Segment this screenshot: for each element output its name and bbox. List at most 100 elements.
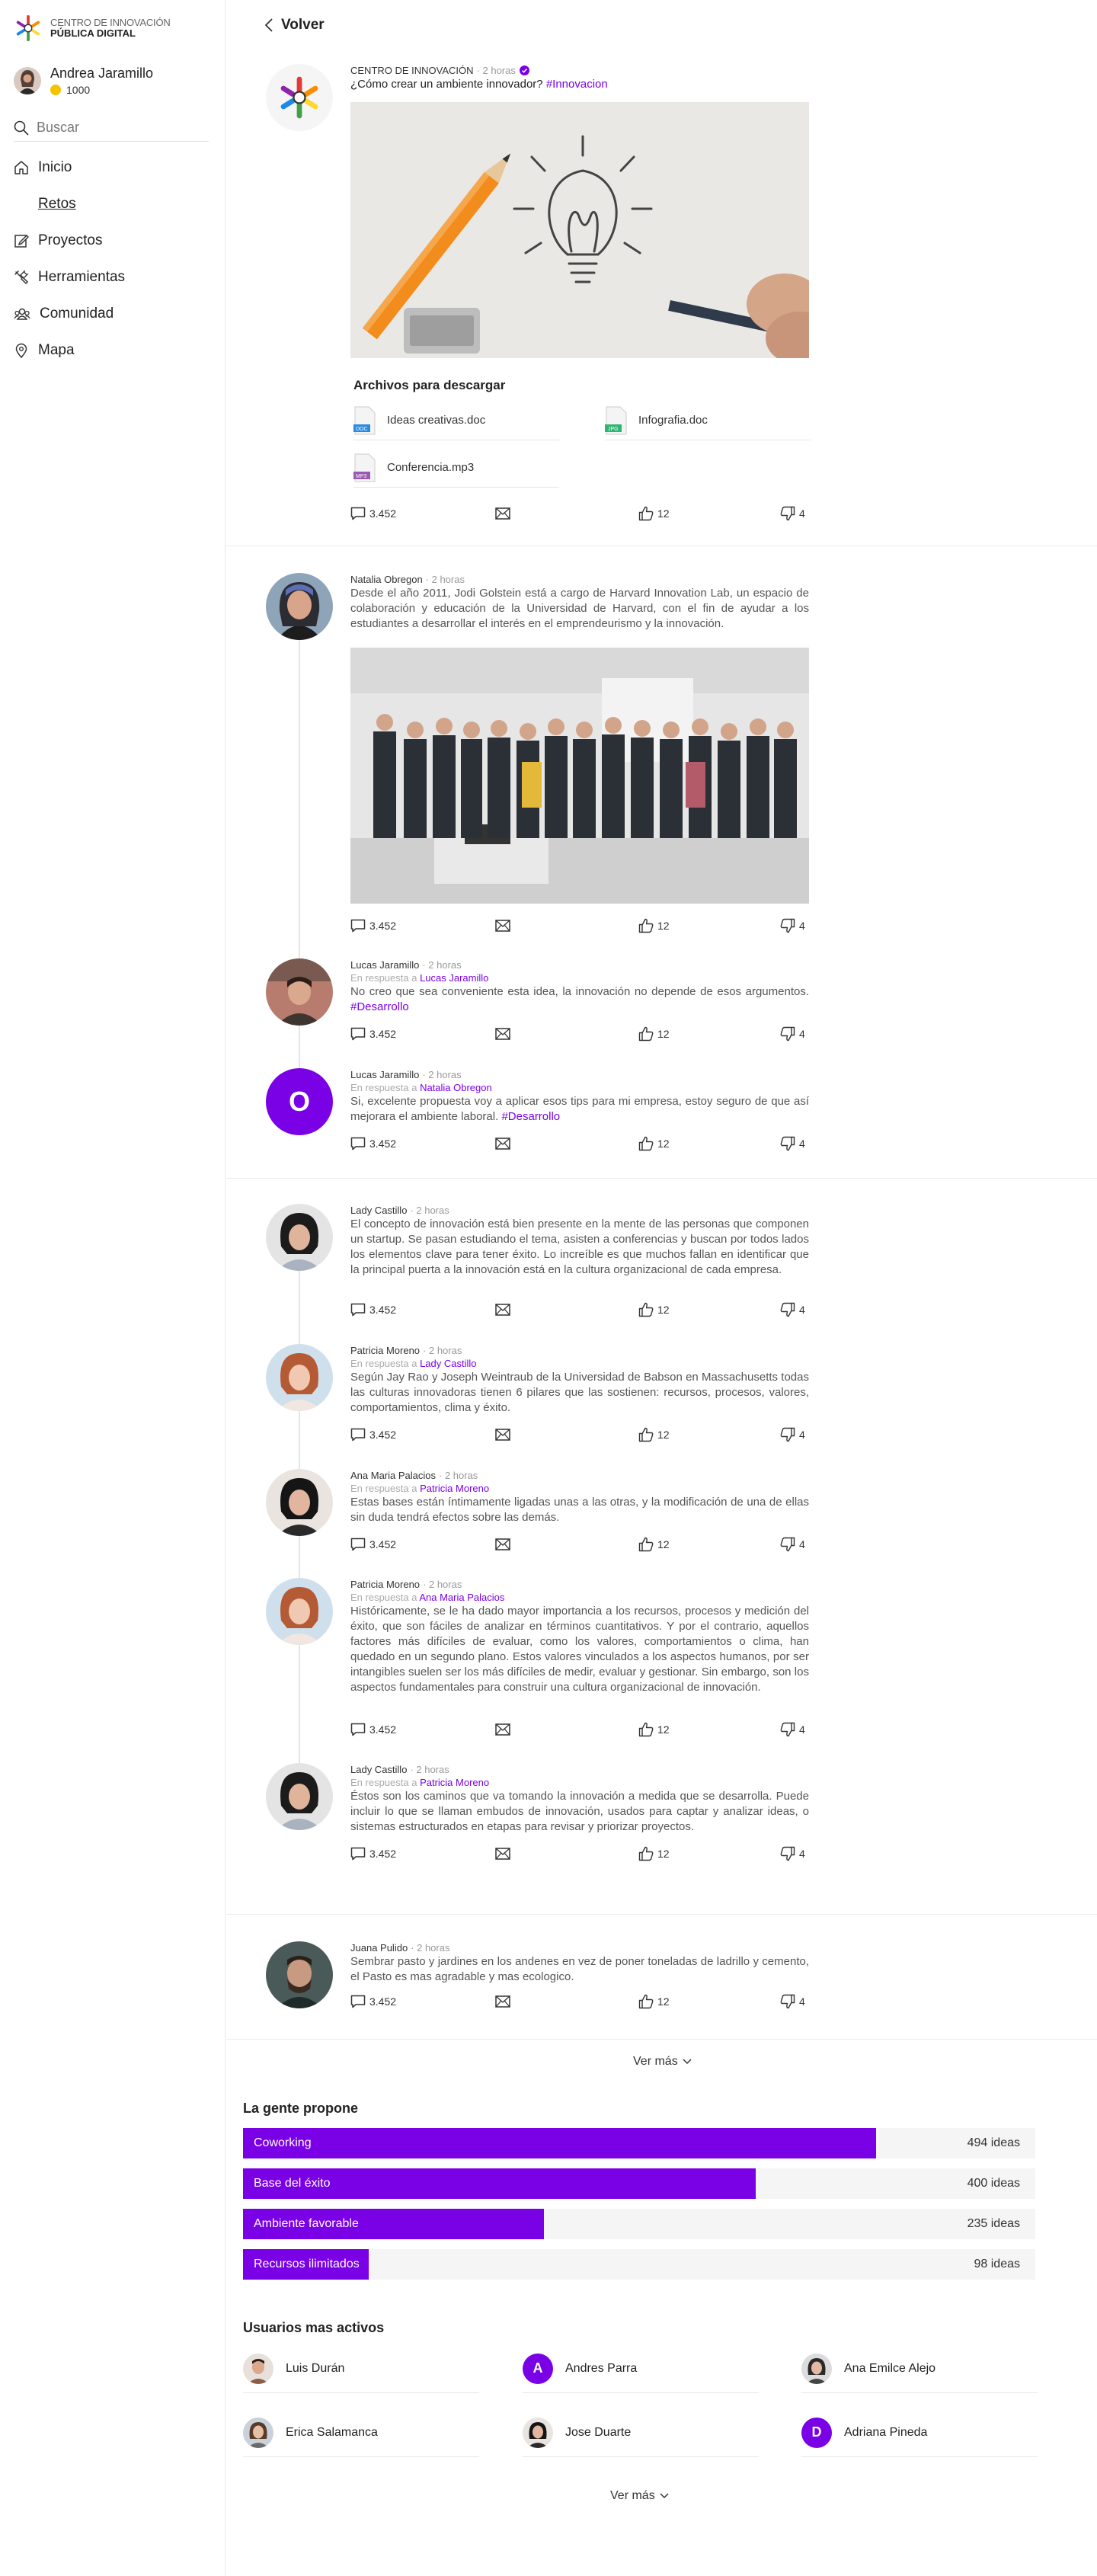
comments-button[interactable]: 3.452 [350, 1538, 396, 1551]
author-avatar[interactable]: O [266, 1068, 333, 1135]
like-button[interactable]: 12 [638, 1026, 670, 1042]
proposal-bar[interactable]: Base del éxito 400 ideas [243, 2168, 1035, 2199]
like-button[interactable]: 12 [638, 506, 670, 521]
dislike-button[interactable]: 4 [780, 1136, 805, 1151]
like-button[interactable]: 12 [638, 1537, 670, 1552]
share-button[interactable] [495, 1429, 514, 1441]
comments-button[interactable]: 3.452 [350, 1723, 396, 1736]
author-name[interactable]: Ana Maria Palacios [350, 1469, 436, 1482]
files-title: Archivos para descargar [353, 378, 506, 392]
back-button[interactable]: Volver [264, 17, 325, 34]
comments-button[interactable]: 3.452 [350, 919, 396, 933]
post-image-group-photo[interactable] [350, 648, 809, 904]
reply-to-link[interactable]: Natalia Obregon [420, 1082, 492, 1093]
file-download[interactable]: JPG Infografia.doc [605, 401, 811, 440]
share-button[interactable] [495, 1538, 514, 1550]
proposal-bar[interactable]: Coworking 494 ideas [243, 2128, 1035, 2158]
file-download[interactable]: DOC Ideas creativas.doc [353, 401, 559, 440]
ver-mas-posts-button[interactable]: Ver más [633, 2055, 692, 2069]
author-avatar[interactable] [266, 958, 333, 1026]
author-avatar[interactable] [266, 64, 333, 131]
share-button[interactable] [495, 1723, 514, 1736]
author-name[interactable]: Lucas Jaramillo [350, 1068, 419, 1081]
dislike-button[interactable]: 4 [780, 1994, 805, 2009]
comments-button[interactable]: 3.452 [350, 1303, 396, 1317]
share-button[interactable] [495, 1848, 514, 1860]
comment-icon [350, 1137, 366, 1150]
author-name[interactable]: Natalia Obregon [350, 573, 423, 586]
nav-item-mapa[interactable]: Mapa [14, 332, 125, 369]
like-button[interactable]: 12 [638, 1994, 670, 2009]
like-button[interactable]: 12 [638, 1427, 670, 1442]
dislike-button[interactable]: 4 [780, 506, 805, 521]
file-download[interactable]: MP3 Conferencia.mp3 [353, 448, 559, 488]
hashtag-link[interactable]: #Desarrollo [350, 1000, 409, 1013]
active-user[interactable]: A Andres Parra [523, 2344, 759, 2393]
dislike-button[interactable]: 4 [780, 1302, 805, 1317]
comments-button[interactable]: 3.452 [350, 1428, 396, 1442]
author-name[interactable]: CENTRO DE INNOVACIÓN [350, 64, 474, 77]
nav-item-inicio[interactable]: Inicio [14, 149, 125, 186]
dislike-button[interactable]: 4 [780, 1427, 805, 1442]
dislike-button[interactable]: 4 [780, 1537, 805, 1552]
author-name[interactable]: Lucas Jaramillo [350, 958, 419, 971]
dislike-button[interactable]: 4 [780, 918, 805, 933]
share-button[interactable] [495, 1028, 514, 1040]
post-image-lightbulb[interactable] [350, 102, 809, 358]
proposal-bar[interactable]: Recursos ilimitados 98 ideas [243, 2249, 1035, 2280]
author-avatar[interactable] [266, 573, 333, 640]
author-avatar[interactable] [266, 1469, 333, 1536]
author-name[interactable]: Lady Castillo [350, 1763, 407, 1776]
nav-item-herramientas[interactable]: Herramientas [14, 259, 125, 296]
nav-item-proyectos[interactable]: Proyectos [14, 222, 125, 259]
reply-to-link[interactable]: Lucas Jaramillo [420, 972, 488, 984]
active-user[interactable]: Erica Salamanca [243, 2408, 479, 2457]
dislike-button[interactable]: 4 [780, 1722, 805, 1737]
comments-button[interactable]: 3.452 [350, 507, 396, 520]
share-button[interactable] [495, 507, 514, 520]
author-avatar[interactable] [266, 1204, 333, 1271]
active-user[interactable]: Ana Emilce Alejo [801, 2344, 1038, 2393]
proposal-bar[interactable]: Ambiente favorable 235 ideas [243, 2209, 1035, 2239]
author-name[interactable]: Patricia Moreno [350, 1578, 420, 1591]
like-button[interactable]: 12 [638, 1722, 670, 1737]
reply-to-link[interactable]: Patricia Moreno [420, 1777, 489, 1788]
author-avatar[interactable] [266, 1344, 333, 1411]
share-button[interactable] [495, 1995, 514, 2008]
author-name[interactable]: Juana Pulido [350, 1941, 408, 1954]
author-avatar[interactable] [266, 1578, 333, 1645]
reply-to-link[interactable]: Lady Castillo [420, 1358, 476, 1369]
author-name[interactable]: Patricia Moreno [350, 1344, 420, 1357]
like-button[interactable]: 12 [638, 918, 670, 933]
author-avatar[interactable] [266, 1763, 333, 1830]
share-button[interactable] [495, 920, 514, 932]
comments-button[interactable]: 3.452 [350, 1137, 396, 1150]
share-button[interactable] [495, 1304, 514, 1316]
nav-item-comunidad[interactable]: Comunidad [14, 296, 125, 332]
dislike-button[interactable]: 4 [780, 1026, 805, 1042]
post-meta: Lady Castillo · 2 horas [350, 1763, 809, 1776]
comments-button[interactable]: 3.452 [350, 1995, 396, 2008]
author-name[interactable]: Lady Castillo [350, 1204, 407, 1217]
active-user[interactable]: Jose Duarte [523, 2408, 759, 2457]
active-user[interactable]: Luis Durán [243, 2344, 479, 2393]
comments-button[interactable]: 3.452 [350, 1847, 396, 1861]
dislike-button[interactable]: 4 [780, 1846, 805, 1861]
author-avatar[interactable] [266, 1941, 333, 2008]
current-user[interactable]: Andrea Jaramillo 1000 [14, 66, 153, 96]
reply-to-link[interactable]: Patricia Moreno [420, 1483, 489, 1494]
hashtag-link[interactable]: #Innovacion [546, 78, 608, 91]
like-button[interactable]: 12 [638, 1302, 670, 1317]
like-button[interactable]: 12 [638, 1136, 670, 1151]
post-text: Históricamente, se le ha dado mayor impo… [350, 1605, 809, 1694]
like-button[interactable]: 12 [638, 1846, 670, 1861]
ver-mas-users-button[interactable]: Ver más [610, 2489, 669, 2503]
reply-to-link[interactable]: Ana Maria Palacios [419, 1592, 504, 1603]
share-button[interactable] [495, 1138, 514, 1150]
brand-logo[interactable]: CENTRO DE INNOVACIÓN PÚBLICA DIGITAL [14, 14, 171, 43]
nav-item-retos[interactable]: Retos [14, 186, 125, 222]
comments-button[interactable]: 3.452 [350, 1027, 396, 1041]
search-input[interactable] [37, 120, 189, 136]
active-user[interactable]: D Adriana Pineda [801, 2408, 1038, 2457]
hashtag-link[interactable]: #Desarrollo [501, 1110, 560, 1123]
